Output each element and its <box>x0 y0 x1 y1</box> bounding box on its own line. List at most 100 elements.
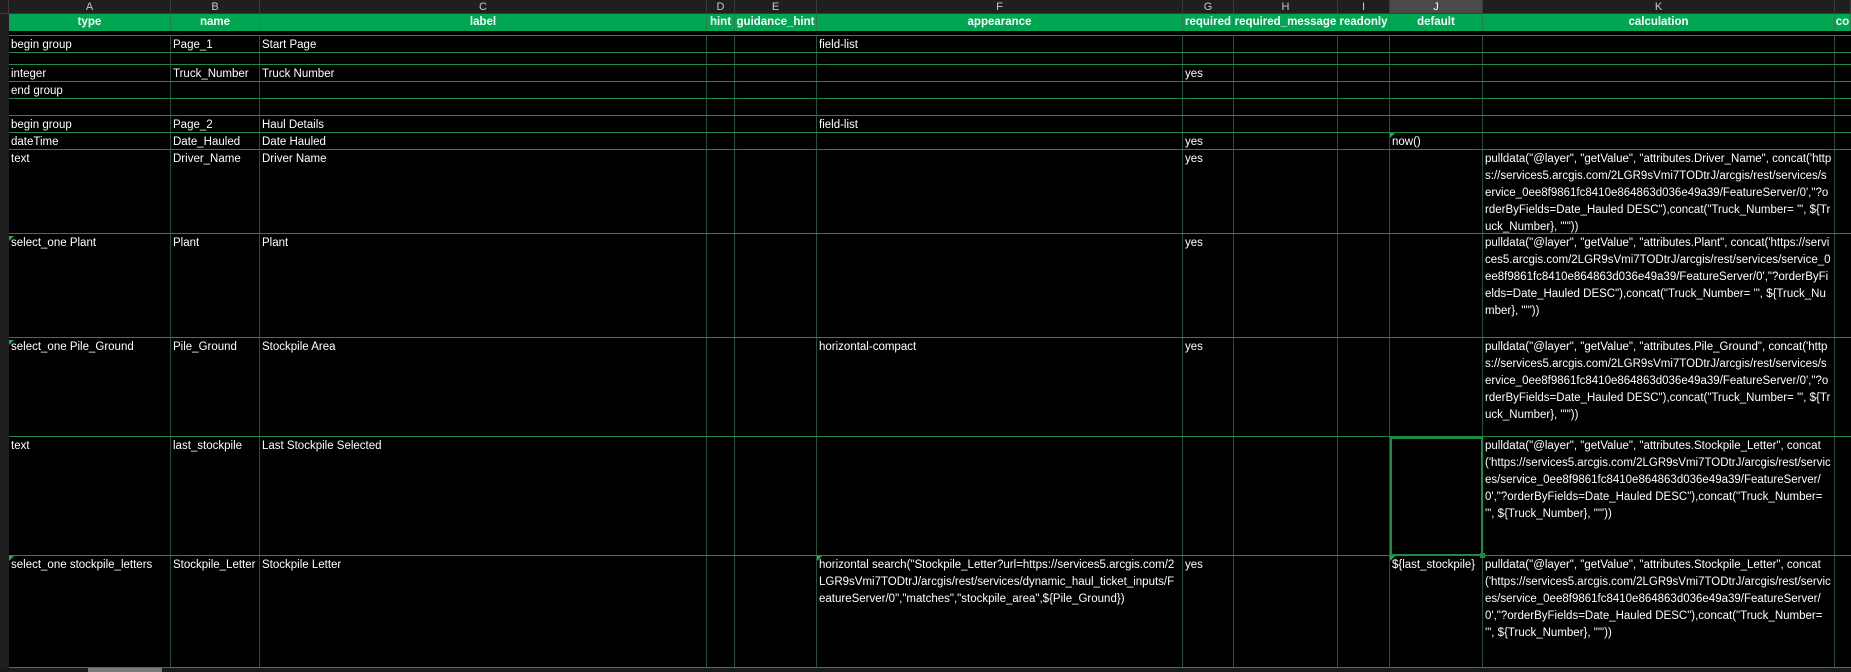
cell-hint[interactable] <box>707 36 735 53</box>
cell-calculation[interactable]: pulldata("@layer", "getValue", "attribut… <box>1483 234 1835 338</box>
cell-type[interactable]: select_one Plant <box>9 234 171 338</box>
header-cell-readonly[interactable]: readonly <box>1338 14 1390 31</box>
cell-calculation[interactable] <box>1483 82 1835 99</box>
cell-required-message[interactable] <box>1234 99 1338 116</box>
cell-readonly[interactable] <box>1338 116 1390 133</box>
cell-calculation[interactable] <box>1483 65 1835 82</box>
cell-hint[interactable] <box>707 556 735 668</box>
cell-name[interactable]: Plant <box>171 234 260 338</box>
cell-required[interactable] <box>1183 99 1234 116</box>
cell-type[interactable]: select_one Pile_Ground <box>9 338 171 437</box>
column-header-e[interactable]: E <box>735 0 817 14</box>
cell-default[interactable] <box>1390 99 1483 116</box>
cell-required-message[interactable] <box>1234 234 1338 338</box>
cell-default[interactable] <box>1390 234 1483 338</box>
cell-label[interactable]: Haul Details <box>260 116 707 133</box>
cell-type[interactable]: dateTime <box>9 133 171 150</box>
cell-type[interactable]: begin group <box>9 116 171 133</box>
cell-required-message[interactable] <box>1234 338 1338 437</box>
cell-required-message[interactable] <box>1234 437 1338 556</box>
cell-required[interactable]: yes <box>1183 65 1234 82</box>
cell-readonly[interactable] <box>1338 338 1390 437</box>
cell-guidance-hint[interactable] <box>735 36 817 53</box>
cell-label[interactable]: Start Page <box>260 36 707 53</box>
column-header-h[interactable]: H <box>1234 0 1338 14</box>
cell-hint[interactable] <box>707 150 735 234</box>
select-all-corner[interactable] <box>0 0 9 14</box>
cell-name[interactable]: Page_2 <box>171 116 260 133</box>
cell-name[interactable]: Truck_Number <box>171 65 260 82</box>
cell-type[interactable]: text <box>9 437 171 556</box>
cell-calculation[interactable]: pulldata("@layer", "getValue", "attribut… <box>1483 437 1835 556</box>
cell-appearance[interactable]: horizontal search("Stockpile_Letter?url=… <box>817 556 1183 668</box>
column-header-extra[interactable] <box>1835 0 1851 14</box>
cell-name[interactable] <box>171 99 260 116</box>
cell-appearance[interactable]: horizontal-compact <box>817 338 1183 437</box>
cell-label[interactable]: Stockpile Area <box>260 338 707 437</box>
cell-required-message[interactable] <box>1234 116 1338 133</box>
cell-hint[interactable] <box>707 133 735 150</box>
cell-required-message[interactable] <box>1234 150 1338 234</box>
cell-name[interactable] <box>171 82 260 99</box>
column-header-a[interactable]: A <box>9 0 171 14</box>
cell-label[interactable]: Stockpile Letter <box>260 556 707 668</box>
header-cell-default[interactable]: default <box>1390 14 1483 31</box>
cell-readonly[interactable] <box>1338 99 1390 116</box>
cell-appearance[interactable] <box>817 82 1183 99</box>
row-header-gutter[interactable] <box>0 14 9 668</box>
cell-readonly[interactable] <box>1338 437 1390 556</box>
cell-type[interactable]: end group <box>9 82 171 99</box>
cell-default[interactable]: ${last_stockpile} <box>1390 556 1483 668</box>
cell-appearance[interactable] <box>817 150 1183 234</box>
column-header-i[interactable]: I <box>1338 0 1390 14</box>
header-cell-hint[interactable]: hint <box>707 14 735 31</box>
cell-required-message[interactable] <box>1234 36 1338 53</box>
column-header-k[interactable]: K <box>1483 0 1835 14</box>
cell-calculation[interactable]: pulldata("@layer", "getValue", "attribut… <box>1483 338 1835 437</box>
header-cell-name[interactable]: name <box>171 14 260 31</box>
fill-handle[interactable] <box>1480 553 1485 558</box>
cell-label[interactable]: Plant <box>260 234 707 338</box>
header-cell-type[interactable]: type <box>9 14 171 31</box>
column-header-g[interactable]: G <box>1183 0 1234 14</box>
cell-readonly[interactable] <box>1338 65 1390 82</box>
cell-appearance[interactable] <box>817 234 1183 338</box>
cell-required-message[interactable] <box>1234 556 1338 668</box>
cell-required[interactable]: yes <box>1183 234 1234 338</box>
cell-guidance-hint[interactable] <box>735 556 817 668</box>
cell-readonly[interactable] <box>1338 82 1390 99</box>
header-cell-label[interactable]: label <box>260 14 707 31</box>
header-cell-co[interactable]: co <box>1835 14 1851 31</box>
cell-type[interactable] <box>9 99 171 116</box>
cell-appearance[interactable] <box>817 437 1183 556</box>
cell-default[interactable] <box>1390 338 1483 437</box>
cell-readonly[interactable] <box>1338 556 1390 668</box>
cell-calculation[interactable] <box>1483 99 1835 116</box>
cell-name[interactable]: Driver_Name <box>171 150 260 234</box>
column-header-j[interactable]: J <box>1390 0 1483 14</box>
cell-readonly[interactable] <box>1338 234 1390 338</box>
cell-required[interactable] <box>1183 437 1234 556</box>
cell-default[interactable] <box>1390 82 1483 99</box>
cell-required[interactable]: yes <box>1183 556 1234 668</box>
cell-type[interactable]: select_one stockpile_letters <box>9 556 171 668</box>
cell-default[interactable] <box>1390 65 1483 82</box>
cell-required[interactable] <box>1183 116 1234 133</box>
header-cell-required[interactable]: required <box>1183 14 1234 31</box>
cell-required-message[interactable] <box>1234 65 1338 82</box>
cell-guidance-hint[interactable] <box>735 82 817 99</box>
cell-guidance-hint[interactable] <box>735 437 817 556</box>
cell-guidance-hint[interactable] <box>735 65 817 82</box>
cell-default[interactable] <box>1390 36 1483 53</box>
cell-name[interactable]: last_stockpile <box>171 437 260 556</box>
cell-name[interactable]: Page_1 <box>171 36 260 53</box>
cell-label[interactable]: Driver Name <box>260 150 707 234</box>
cell-guidance-hint[interactable] <box>735 133 817 150</box>
cell-name[interactable]: Stockpile_Letter <box>171 556 260 668</box>
header-cell-required-message[interactable]: required_message <box>1234 14 1338 31</box>
cell-calculation[interactable] <box>1483 36 1835 53</box>
cell-readonly[interactable] <box>1338 150 1390 234</box>
cell-required[interactable]: yes <box>1183 150 1234 234</box>
column-header-b[interactable]: B <box>171 0 260 14</box>
cell-type[interactable]: text <box>9 150 171 234</box>
